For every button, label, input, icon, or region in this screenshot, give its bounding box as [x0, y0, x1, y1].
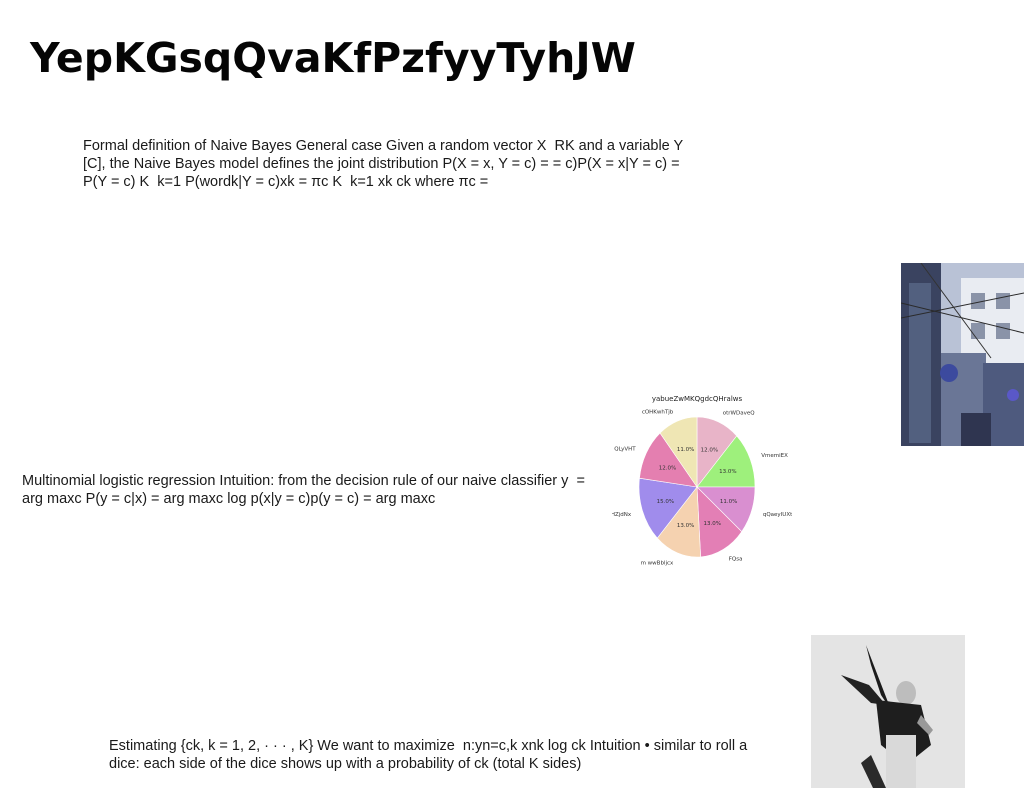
pie-slice-percent-label: 12.0% — [659, 465, 676, 471]
pie-slice-category-label: otrWDaveQ — [723, 411, 755, 417]
pie-slice-percent-label: 11.0% — [677, 447, 694, 453]
pie-slice-category-label: cOHKwhTjb — [642, 410, 674, 416]
pie-slice-category-label: m wwBbljcx — [641, 560, 674, 566]
pie-slice-category-label: VmemiEX — [761, 453, 788, 459]
pie-slice-category-label: FQsa — [729, 556, 743, 562]
pie-slice-category-label: qQaeyIUXtX — [763, 512, 792, 518]
pie-slice-percent-label: 12.0% — [701, 447, 718, 453]
pie-slice-percent-label: 11.0% — [720, 499, 737, 505]
pie-slice-category-label: QLyVHT — [614, 446, 636, 452]
pie-chart-title: yabueZwMKQgdcQHralws — [652, 395, 743, 403]
slide-title: YepKGsqQvaKfPzfyyTyhJW — [30, 34, 636, 82]
pie-slice-percent-label: 13.0% — [677, 523, 694, 529]
pie-chart: yabueZwMKQgdcQHralws 12.0% otrWDaveQ 13.0%… — [612, 390, 792, 585]
pie-slice-percent-label: 13.0% — [719, 469, 736, 475]
logistic-regression-text: Multinomial logistic regression Intuitio… — [22, 472, 592, 508]
street-photo-art — [901, 263, 1024, 446]
dancer-photo-art — [811, 635, 965, 788]
pie-slice-percent-label: 15.0% — [657, 499, 674, 505]
pie-slice-percent-label: 13.0% — [704, 521, 721, 527]
street-photo — [901, 263, 1024, 446]
naive-bayes-definition-text: Formal definition of Naive Bayes General… — [83, 137, 693, 191]
pie-chart-svg: yabueZwMKQgdcQHralws 12.0% otrWDaveQ 13.0%… — [612, 390, 792, 585]
dancer-photo — [811, 635, 965, 788]
pie-slice-category-label: HZjdNx — [612, 512, 632, 518]
estimation-text: Estimating {ck, k = 1, 2, · · · , K} We… — [109, 737, 759, 773]
